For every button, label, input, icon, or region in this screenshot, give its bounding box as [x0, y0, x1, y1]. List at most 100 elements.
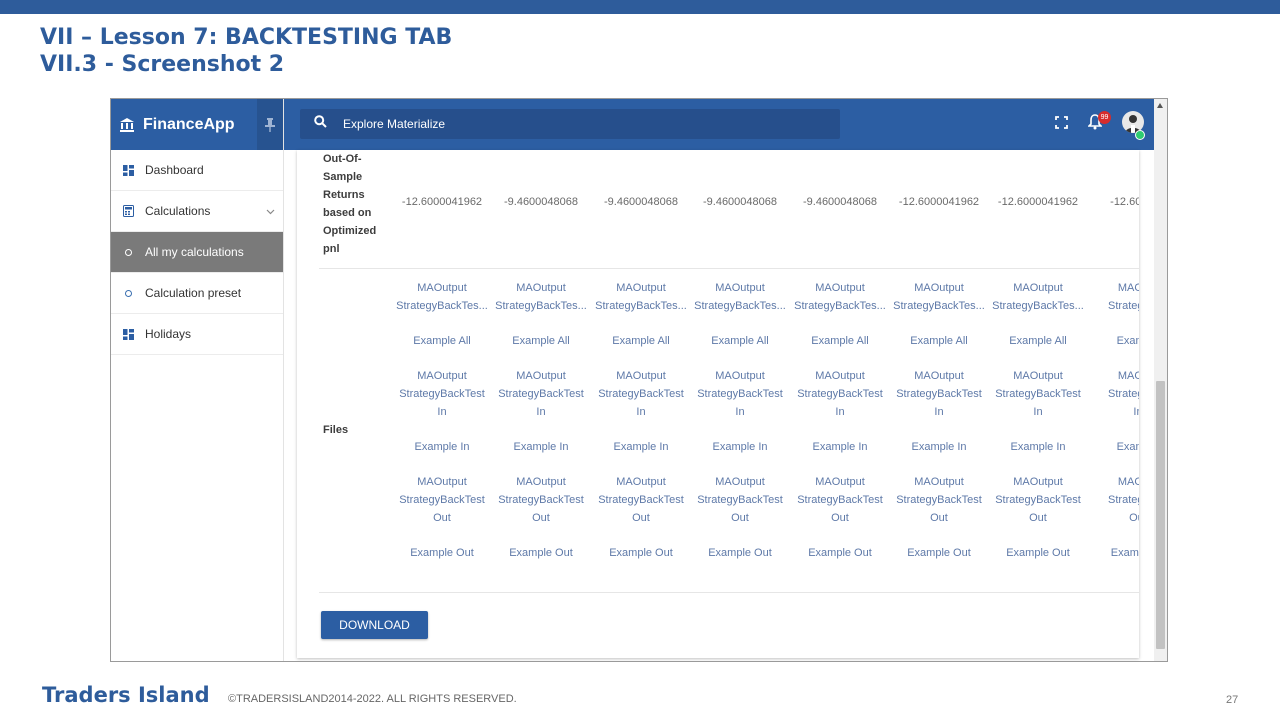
slide-top-bar	[0, 0, 1280, 14]
returns-value-cell: -9.4600048068	[702, 196, 777, 208]
file-title-line: StrategyBackTes...	[396, 300, 488, 312]
file-title-line: MAOutput	[815, 370, 865, 382]
file-title-line: Out	[532, 512, 550, 524]
returns-label-line: based on	[323, 207, 372, 219]
file-out-title[interactable]: MAOutput StrategyBackTest Out	[593, 473, 689, 527]
file-out-link[interactable]: Example O	[1090, 544, 1139, 562]
scroll-thumb[interactable]	[1156, 381, 1165, 649]
returns-row-label: Out-Of- Sample Returns based on Optimized pnl	[323, 150, 376, 258]
file-out-link[interactable]: Example Out	[394, 544, 490, 562]
file-all-link[interactable]: Example All	[394, 332, 490, 350]
file-in-title[interactable]: MAOutput StrategyBackTest In	[493, 367, 589, 421]
file-out-link[interactable]: Example Out	[990, 544, 1086, 562]
file-title-line: MAOutput	[516, 476, 566, 488]
bank-icon	[119, 117, 135, 133]
file-title-line: StrategyBackTes...	[595, 300, 687, 312]
sidebar-item-holidays[interactable]: Holidays	[111, 314, 283, 355]
file-in-link[interactable]: Example In	[493, 438, 589, 456]
file-in-link[interactable]: Example In	[394, 438, 490, 456]
file-out-link[interactable]: Example Out	[792, 544, 888, 562]
file-in-link[interactable]: Example In	[891, 438, 987, 456]
file-all-link[interactable]: Example All	[692, 332, 788, 350]
file-in-link[interactable]: Example In	[593, 438, 689, 456]
file-in-link[interactable]: Example In	[990, 438, 1086, 456]
file-all-title[interactable]: MAOutput StrategyBackTes...	[990, 279, 1086, 315]
file-in-link[interactable]: Example In	[792, 438, 888, 456]
brand-name[interactable]: FinanceApp	[143, 116, 235, 134]
file-all-link[interactable]: Example All	[493, 332, 589, 350]
returns-value-cell: -9.4600048068	[503, 196, 578, 208]
sidebar-item-dashboard[interactable]: Dashboard	[111, 150, 283, 191]
file-title-line: StrategyBackTes...	[694, 300, 786, 312]
file-out-title[interactable]: MAOutput StrategyBackTest Out	[990, 473, 1086, 527]
file-in-title[interactable]: MAOutp StrategyBac In	[1090, 367, 1139, 421]
file-in-title[interactable]: MAOutput StrategyBackTest In	[990, 367, 1086, 421]
returns-value-cell: -12.600004	[1110, 196, 1139, 208]
file-in-title[interactable]: MAOutput StrategyBackTest In	[692, 367, 788, 421]
file-title-line: MAOutput	[914, 476, 964, 488]
file-out-link[interactable]: Example Out	[692, 544, 788, 562]
search-bar[interactable]: Explore Materialize	[300, 109, 840, 139]
file-all-link[interactable]: Example All	[593, 332, 689, 350]
file-title-line: StrategyBackTest	[598, 388, 684, 400]
file-out-title[interactable]: MAOutput StrategyBackTest Out	[493, 473, 589, 527]
file-out-title[interactable]: MAOutput StrategyBackTest Out	[792, 473, 888, 527]
file-in-link[interactable]: Example	[1090, 438, 1139, 456]
sidebar: FinanceApp Dashboard Calculations All my c…	[111, 99, 284, 661]
file-out-link[interactable]: Example Out	[493, 544, 589, 562]
file-out-link[interactable]: Example Out	[891, 544, 987, 562]
file-title-line: MAOutput	[616, 370, 666, 382]
file-all-link[interactable]: Example All	[990, 332, 1086, 350]
dashboard-icon	[111, 328, 145, 340]
file-title-line: StrategyBackTes...	[893, 300, 985, 312]
scrollbar[interactable]	[1154, 99, 1167, 661]
sidebar-item-label: Dashboard	[145, 163, 204, 177]
results-card: Out-Of- Sample Returns based on Optimized pnl…	[297, 150, 1139, 658]
file-all-title[interactable]: MAOutput StrategyBackTes...	[692, 279, 788, 315]
sidebar-item-calculation-preset[interactable]: Calculation preset	[111, 273, 283, 314]
sidebar-item-calculations[interactable]: Calculations	[111, 191, 283, 232]
file-all-link[interactable]: Example All	[891, 332, 987, 350]
sidebar-item-all-my-calculations[interactable]: All my calculations	[111, 232, 283, 273]
calculator-icon	[111, 205, 145, 217]
scroll-up-arrow[interactable]	[1157, 103, 1163, 108]
file-title-line: In	[835, 406, 845, 418]
file-all-link[interactable]: Example	[1090, 332, 1139, 350]
returns-label-line: Sample	[323, 171, 363, 183]
row-divider	[319, 268, 1139, 269]
search-icon[interactable]	[314, 115, 327, 133]
file-title-line: StrategyBackTest	[399, 494, 485, 506]
pin-icon[interactable]	[257, 99, 283, 150]
file-in-title[interactable]: MAOutput StrategyBackTest In	[394, 367, 490, 421]
file-title-line: Out	[1029, 512, 1047, 524]
circle-icon	[111, 248, 145, 256]
returns-value-cell: -12.6000041962	[997, 196, 1079, 208]
file-out-title[interactable]: MAOutp StrategyBac Out	[1090, 473, 1139, 527]
file-all-title[interactable]: MAOutput StrategyBackTes...	[792, 279, 888, 315]
file-title-line: StrategyBackTest	[797, 494, 883, 506]
file-out-title[interactable]: MAOutput StrategyBackTest Out	[692, 473, 788, 527]
search-input[interactable]: Explore Materialize	[343, 117, 445, 131]
file-out-title[interactable]: MAOutput StrategyBackTest Out	[394, 473, 490, 527]
file-in-title[interactable]: MAOutput StrategyBackTest In	[593, 367, 689, 421]
file-title-line: MAOutput	[417, 370, 467, 382]
file-all-title[interactable]: MAOutput StrategyBackTes...	[394, 279, 490, 315]
file-all-link[interactable]: Example All	[792, 332, 888, 350]
file-all-title[interactable]: MAOutp StrategyBac	[1090, 279, 1139, 315]
file-all-title[interactable]: MAOutput StrategyBackTes...	[593, 279, 689, 315]
file-in-title[interactable]: MAOutput StrategyBackTest In	[792, 367, 888, 421]
download-button[interactable]: DOWNLOAD	[321, 611, 428, 639]
file-in-title[interactable]: MAOutput StrategyBackTest In	[891, 367, 987, 421]
file-out-title[interactable]: MAOutput StrategyBackTest Out	[891, 473, 987, 527]
app-screenshot: FinanceApp Dashboard Calculations All my c…	[110, 98, 1168, 662]
file-title-line: MAOutput	[516, 282, 566, 294]
file-title-line: MAOutput	[815, 282, 865, 294]
file-all-title[interactable]: MAOutput StrategyBackTes...	[493, 279, 589, 315]
file-out-link[interactable]: Example Out	[593, 544, 689, 562]
file-all-title[interactable]: MAOutput StrategyBackTes...	[891, 279, 987, 315]
fullscreen-icon[interactable]	[1055, 116, 1068, 134]
chevron-down-icon[interactable]	[266, 204, 275, 218]
file-title-line: StrategyBackTest	[995, 388, 1081, 400]
file-in-link[interactable]: Example In	[692, 438, 788, 456]
notification-badge: 99	[1098, 111, 1111, 124]
